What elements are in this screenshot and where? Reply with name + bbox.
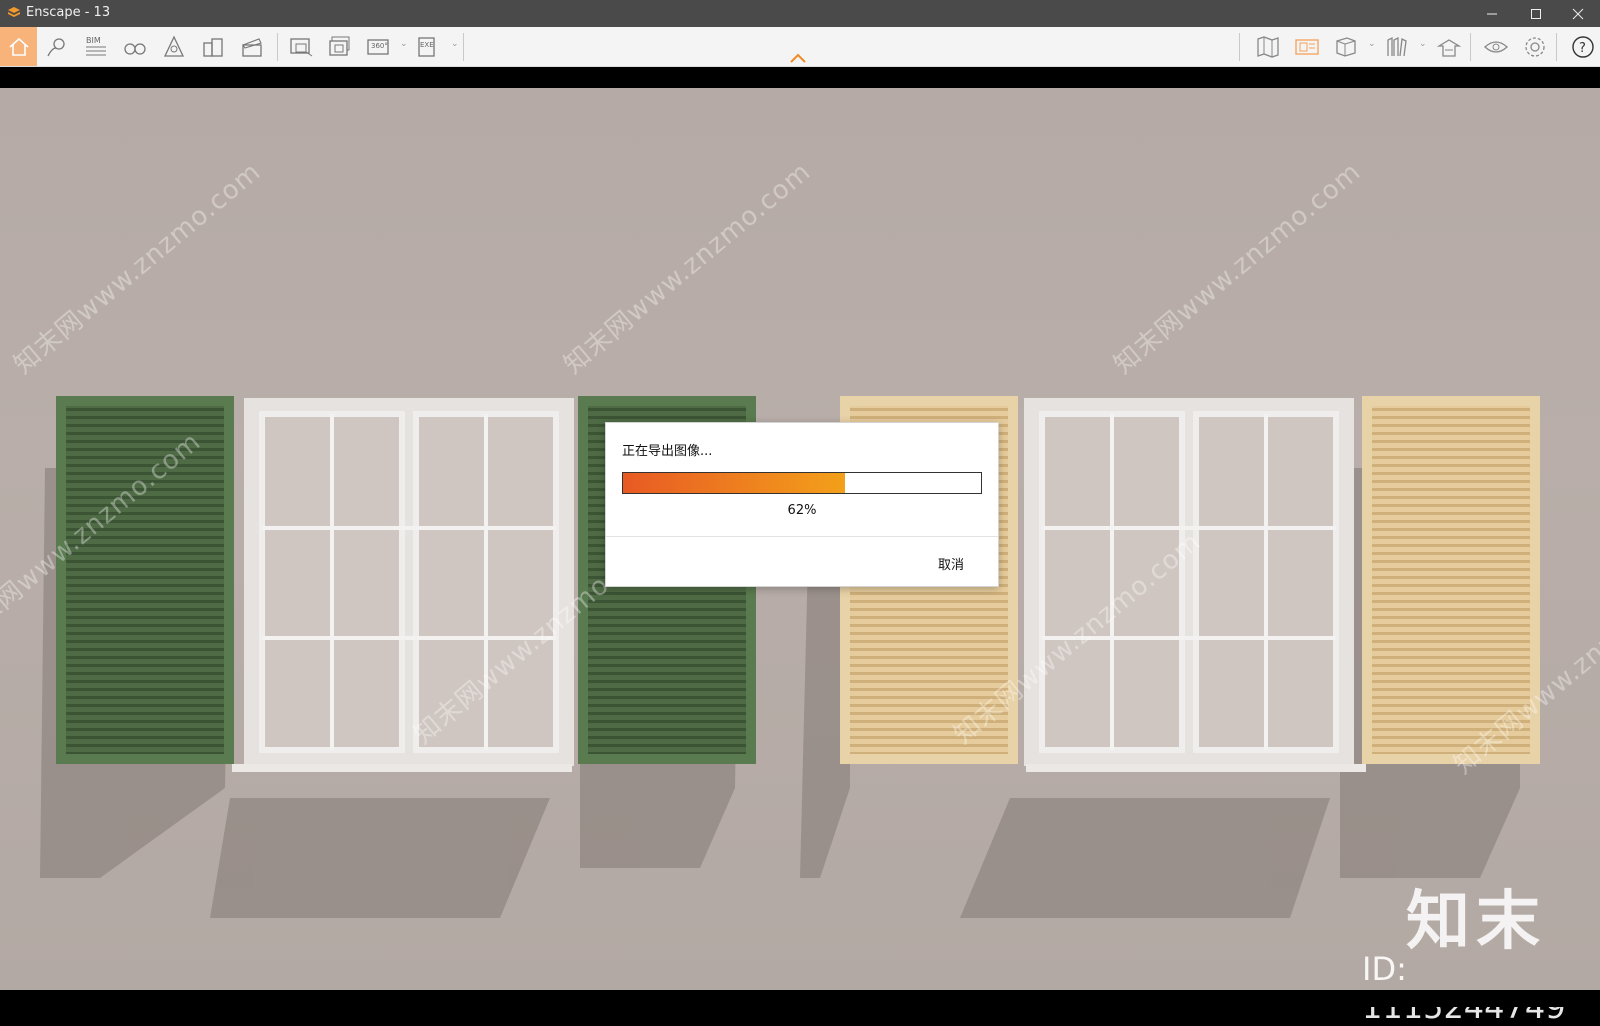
map-button[interactable] xyxy=(1251,30,1285,63)
cube-view-icon xyxy=(1336,36,1356,57)
dialog-title: 正在导出图像... xyxy=(622,444,713,459)
buildings-button[interactable] xyxy=(196,30,230,63)
progress-percent: 62% xyxy=(787,503,817,518)
library-icon xyxy=(1387,36,1407,56)
library-button[interactable] xyxy=(1380,30,1414,63)
svg-text:BIM: BIM xyxy=(86,36,101,45)
chevron-down-icon[interactable]: ⌄ xyxy=(1419,39,1427,49)
site-icon xyxy=(163,34,185,57)
toolbar-separator xyxy=(1470,33,1471,61)
close-icon xyxy=(1572,8,1584,19)
settings-icon xyxy=(1525,36,1545,57)
title-bar: Enscape - 13 xyxy=(0,0,1600,27)
binoculars-icon xyxy=(124,42,146,55)
progress-bar xyxy=(622,472,982,494)
asset-button[interactable] xyxy=(1432,30,1466,63)
clapper-icon xyxy=(242,37,262,57)
video-editor-button[interactable] xyxy=(235,30,269,63)
asset-icon xyxy=(1436,38,1462,57)
svg-text:EXE: EXE xyxy=(420,41,434,49)
brand-id-text: ID: 1115244749 xyxy=(1362,950,1566,1026)
buildings-icon xyxy=(203,37,223,57)
render-viewport[interactable]: 知末网www.znzmo.com 知末网www.znzmo.com 知末网www… xyxy=(0,88,1600,990)
location-button[interactable] xyxy=(40,30,74,63)
eye-icon xyxy=(1484,40,1508,53)
maximize-icon xyxy=(1531,8,1541,19)
bim-button[interactable]: BIM xyxy=(79,30,113,63)
close-button[interactable] xyxy=(1556,0,1600,27)
toolbar-separator xyxy=(277,33,278,61)
settings-button[interactable] xyxy=(1518,30,1552,63)
screenshot-icon xyxy=(290,37,313,56)
home-icon xyxy=(8,37,29,56)
render-ok-button[interactable] xyxy=(1290,30,1324,63)
collapse-toolbar-icon[interactable] xyxy=(789,52,807,64)
brand-logo-text: 知末 xyxy=(1406,885,1546,959)
cancel-button[interactable]: 取消 xyxy=(916,550,986,576)
help-button[interactable]: ? xyxy=(1566,30,1600,63)
batch-render-button[interactable] xyxy=(323,30,357,63)
home-button[interactable] xyxy=(0,27,37,66)
bim-icon: BIM xyxy=(86,36,106,55)
window-title: Enscape - 13 xyxy=(26,5,111,20)
toolbar-separator xyxy=(1556,33,1557,61)
toolbar-separator xyxy=(1239,33,1240,61)
batch-render-icon xyxy=(329,36,350,56)
exe-export-icon: EXE xyxy=(418,36,435,57)
viewport-letterbox-top xyxy=(0,67,1600,88)
site-button[interactable] xyxy=(157,30,191,63)
visual-settings-button[interactable] xyxy=(1479,30,1513,63)
dialog-divider xyxy=(606,536,998,537)
minimize-button[interactable] xyxy=(1470,0,1514,27)
toolbar-separator xyxy=(463,33,464,61)
chevron-down-icon[interactable]: ⌄ xyxy=(451,39,459,49)
chevron-down-icon[interactable]: ⌄ xyxy=(1368,39,1376,49)
exe-export-button[interactable]: EXE xyxy=(411,30,445,63)
panorama-360-icon: 360° xyxy=(367,38,389,55)
map-icon xyxy=(1257,35,1279,58)
svg-text:360°: 360° xyxy=(371,42,388,50)
screenshot-button[interactable] xyxy=(284,30,318,63)
progress-bar-fill xyxy=(623,473,845,493)
cube-view-button[interactable] xyxy=(1329,30,1363,63)
render-ok-icon xyxy=(1295,38,1319,55)
viewport-letterbox-bottom xyxy=(0,990,1600,1007)
maximize-button[interactable] xyxy=(1514,0,1558,27)
help-icon: ? xyxy=(1572,35,1594,58)
enscape-logo-icon xyxy=(8,7,20,17)
binoculars-button[interactable] xyxy=(118,30,152,63)
svg-text:?: ? xyxy=(1579,41,1586,56)
minimize-icon xyxy=(1487,13,1497,14)
location-pin-icon xyxy=(47,37,65,56)
chevron-down-icon[interactable]: ⌄ xyxy=(400,39,408,49)
export-progress-dialog: 正在导出图像... 62% 取消 xyxy=(605,422,999,587)
panorama-button[interactable]: 360° xyxy=(362,30,396,63)
